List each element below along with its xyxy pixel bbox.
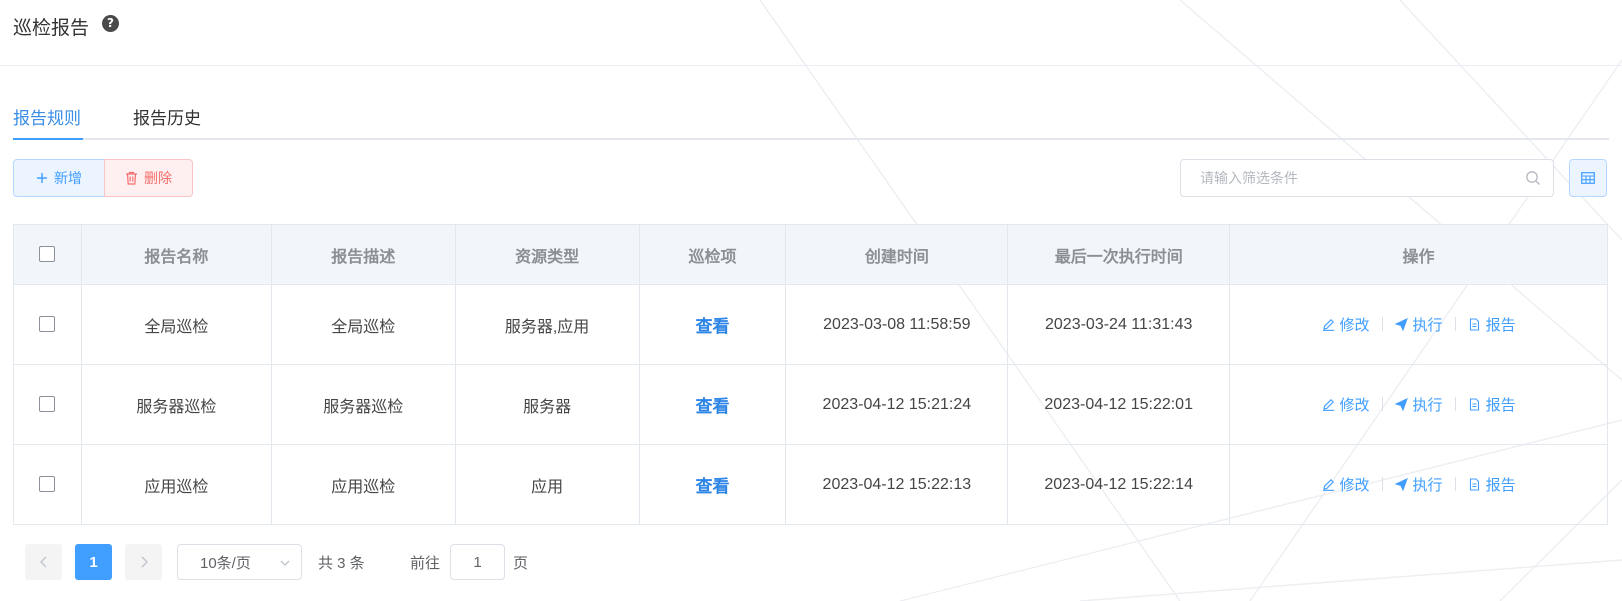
prev-page-button[interactable] — [25, 544, 62, 580]
run-button[interactable]: 执行 — [1394, 314, 1443, 335]
add-button[interactable]: 新增 — [13, 159, 105, 197]
active-tab-indicator — [13, 138, 83, 140]
tab-report-history[interactable]: 报告历史 — [133, 104, 201, 129]
document-icon — [1469, 397, 1479, 411]
chevron-down-icon — [280, 560, 290, 566]
view-items-link[interactable]: 查看 — [695, 317, 729, 336]
action-divider — [1381, 317, 1383, 331]
row-checkbox[interactable] — [39, 316, 56, 333]
edit-icon — [1322, 478, 1334, 491]
cell-resource-type: 服务器,应用 — [454, 284, 640, 365]
cell-last-run-time: 2023-04-12 15:22:01 — [1007, 364, 1231, 445]
add-button-label: 新增 — [54, 170, 82, 186]
table-header-row: 报告名称 报告描述 资源类型 巡检项 创建时间 最后一次执行时间 操作 — [13, 224, 1608, 285]
delete-button[interactable]: 删除 — [104, 159, 193, 197]
run-button[interactable]: 执行 — [1394, 394, 1443, 415]
action-divider — [1381, 477, 1383, 491]
row-checkbox[interactable] — [39, 476, 56, 493]
page-title: 巡检报告 — [13, 18, 90, 39]
search-box — [1180, 159, 1554, 197]
action-divider — [1381, 397, 1383, 411]
cell-created-time: 2023-04-12 15:21:24 — [785, 364, 1009, 445]
cell-report-desc: 全局巡检 — [270, 284, 456, 365]
edit-button[interactable]: 修改 — [1322, 314, 1370, 335]
page-size-select[interactable]: 10条/页 — [177, 544, 302, 580]
cell-report-desc: 应用巡检 — [270, 444, 456, 525]
report-rules-table: 报告名称 报告描述 资源类型 巡检项 创建时间 最后一次执行时间 操作 全局巡检… — [13, 224, 1608, 525]
column-settings-button[interactable] — [1569, 159, 1607, 197]
column-header[interactable]: 最后一次执行时间 — [1007, 224, 1231, 285]
edit-icon — [1322, 318, 1334, 331]
search-input[interactable] — [1182, 161, 1512, 195]
page-header: 巡检报告 ? — [0, 0, 1622, 66]
column-header[interactable]: 报告名称 — [80, 224, 272, 285]
cell-last-run-time: 2023-03-24 11:31:43 — [1007, 284, 1231, 365]
column-header[interactable]: 巡检项 — [638, 224, 787, 285]
column-header[interactable]: 资源类型 — [454, 224, 640, 285]
page: 巡检报告 ? 报告规则 报告历史 新增 删除 请输入筛选条件 报告名称 报告描述… — [0, 0, 1622, 601]
action-divider — [1454, 477, 1456, 491]
tab-bar: 报告规则 报告历史 — [13, 100, 1609, 140]
report-button[interactable]: 报告 — [1468, 474, 1516, 495]
view-items-link[interactable]: 查看 — [695, 397, 729, 416]
tab-report-rules[interactable]: 报告规则 — [13, 104, 81, 129]
run-button[interactable]: 执行 — [1394, 474, 1443, 495]
row-checkbox[interactable] — [39, 396, 56, 413]
chevron-left-icon — [39, 556, 46, 568]
cell-report-desc: 服务器巡检 — [270, 364, 456, 445]
edit-icon — [1322, 398, 1334, 411]
column-header[interactable]: 报告描述 — [270, 224, 456, 285]
total-count: 共 3 条 — [318, 555, 365, 572]
table-grid-icon — [1581, 172, 1595, 184]
cell-created-time: 2023-04-12 15:22:13 — [785, 444, 1009, 525]
cell-resource-type: 应用 — [454, 444, 640, 525]
report-button[interactable]: 报告 — [1468, 394, 1516, 415]
cell-report-name: 全局巡检 — [80, 284, 272, 365]
table-row: 全局巡检 全局巡检 服务器,应用 查看 2023-03-08 11:58:59 … — [13, 284, 1608, 365]
cell-report-name: 应用巡检 — [80, 444, 272, 525]
goto-label: 前往 — [410, 555, 441, 572]
send-icon — [1394, 477, 1408, 491]
plus-icon — [37, 173, 47, 183]
trash-icon — [126, 171, 137, 185]
help-icon[interactable]: ? — [102, 15, 119, 32]
table-row: 服务器巡检 服务器巡检 服务器 查看 2023-04-12 15:21:24 2… — [13, 364, 1608, 445]
report-button[interactable]: 报告 — [1468, 314, 1516, 335]
page-unit-label: 页 — [513, 555, 529, 572]
column-header: 操作 — [1229, 224, 1608, 285]
row-actions: 修改 执行 报告 — [1322, 474, 1516, 495]
goto-page-input[interactable] — [450, 544, 505, 580]
cell-created-time: 2023-03-08 11:58:59 — [785, 284, 1009, 365]
send-icon — [1394, 317, 1408, 331]
edit-button[interactable]: 修改 — [1322, 394, 1370, 415]
edit-button[interactable]: 修改 — [1322, 474, 1370, 495]
next-page-button[interactable] — [125, 544, 162, 580]
delete-button-label: 删除 — [144, 170, 172, 186]
search-icon[interactable] — [1525, 170, 1541, 186]
row-actions: 修改 执行 报告 — [1322, 314, 1516, 335]
cell-report-name: 服务器巡检 — [80, 364, 272, 445]
chevron-right-icon — [141, 556, 148, 568]
send-icon — [1394, 397, 1408, 411]
cell-resource-type: 服务器 — [454, 364, 640, 445]
row-actions: 修改 执行 报告 — [1322, 394, 1516, 415]
select-all-cell — [13, 224, 82, 285]
page-size-value: 10条/页 — [200, 554, 251, 572]
column-header[interactable]: 创建时间 — [785, 224, 1009, 285]
action-divider — [1454, 397, 1456, 411]
action-divider — [1454, 317, 1456, 331]
page-number-button[interactable]: 1 — [75, 544, 112, 580]
table-row: 应用巡检 应用巡检 应用 查看 2023-04-12 15:22:13 2023… — [13, 444, 1608, 525]
document-icon — [1469, 317, 1479, 331]
cell-last-run-time: 2023-04-12 15:22:14 — [1007, 444, 1231, 525]
view-items-link[interactable]: 查看 — [695, 477, 729, 496]
select-all-checkbox[interactable] — [39, 246, 56, 263]
pagination: 1 10条/页 共 3 条 前往 页 — [25, 544, 585, 580]
document-icon — [1469, 477, 1479, 491]
